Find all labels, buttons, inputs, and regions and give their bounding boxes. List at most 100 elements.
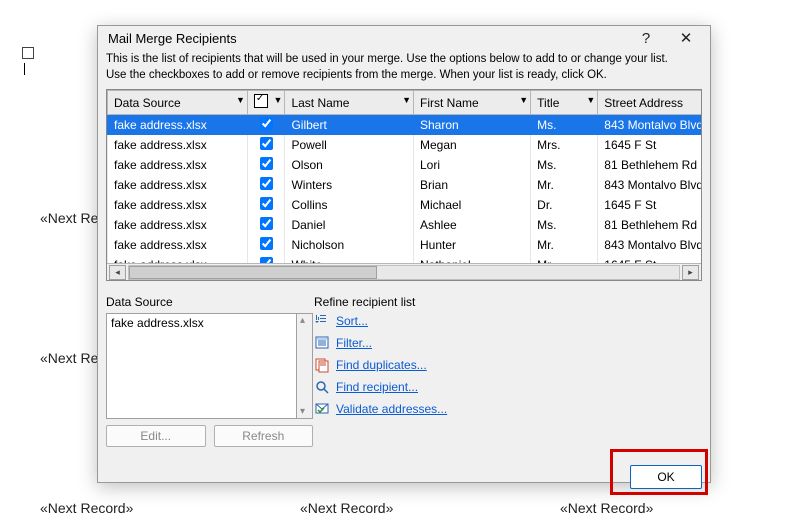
table-row[interactable]: fake address.xlsxNicholsonHunterMr.843 M… — [108, 235, 702, 255]
table-row[interactable]: fake address.xlsx OlsonLoriMs.81 Bethlehe… — [108, 155, 702, 175]
cell-street: 843 Montalvo Blvd — [598, 175, 701, 195]
cell-first-name: Nathaniel — [414, 255, 531, 263]
cell-checkbox[interactable] — [247, 215, 285, 235]
scroll-right-icon[interactable]: ▸ — [682, 265, 699, 280]
cell-title: Ms. — [531, 115, 598, 136]
cell-data-source: fake address.xlsx — [108, 255, 248, 263]
chevron-down-icon[interactable]: ▼ — [586, 95, 595, 105]
column-header-data-source[interactable]: Data Source▼ — [108, 91, 248, 115]
cell-title: Mr. — [531, 255, 598, 263]
horizontal-scrollbar[interactable]: ◂ ▸ — [107, 263, 701, 280]
row-checkbox[interactable] — [260, 197, 273, 210]
cell-title: Dr. — [531, 195, 598, 215]
row-checkbox[interactable] — [260, 177, 273, 190]
column-header-street[interactable]: Street Address▼ — [598, 91, 701, 115]
duplicates-icon — [314, 357, 330, 373]
cell-checkbox[interactable] — [247, 175, 285, 195]
scroll-thumb[interactable] — [129, 266, 377, 279]
table-row[interactable]: fake address.xlsxGilbertSharonMs.843 Mon… — [108, 115, 702, 136]
cell-checkbox[interactable] — [247, 135, 285, 155]
data-source-label: Data Source — [106, 295, 296, 309]
scroll-left-icon[interactable]: ◂ — [109, 265, 126, 280]
merge-field: «Next Record» — [40, 500, 133, 516]
cell-last-name: Collins — [285, 195, 414, 215]
cell-street: 843 Montalvo Blvd — [598, 235, 701, 255]
cell-last-name: Daniel — [285, 215, 414, 235]
cell-title: Mrs. — [531, 135, 598, 155]
cell-checkbox[interactable] — [247, 195, 285, 215]
cell-street: 843 Montalvo Blvd — [598, 115, 701, 136]
mail-merge-recipients-dialog: Mail Merge Recipients ? ✕ This is the li… — [97, 25, 711, 483]
table-row[interactable]: fake address.xlsxCollinsMichaelDr.1645 F… — [108, 195, 702, 215]
column-header-first-name[interactable]: First Name▼ — [414, 91, 531, 115]
cell-data-source: fake address.xlsx — [108, 135, 248, 155]
vertical-scrollbar[interactable] — [296, 313, 313, 419]
row-checkbox[interactable] — [260, 137, 273, 150]
cell-checkbox[interactable] — [247, 255, 285, 263]
cell-data-source: fake address.xlsx — [108, 235, 248, 255]
dialog-title: Mail Merge Recipients — [108, 31, 626, 46]
cell-data-source: fake address.xlsx — [108, 195, 248, 215]
cell-title: Ms. — [531, 215, 598, 235]
table-row[interactable]: fake address.xlsxPowellMeganMrs.1645 F S… — [108, 135, 702, 155]
merge-field: «Next Record» — [300, 500, 393, 516]
close-button[interactable]: ✕ — [666, 26, 706, 50]
table-row[interactable]: fake address.xlsxDanielAshleeMs.81 Bethl… — [108, 215, 702, 235]
find-duplicates-link[interactable]: Find duplicates... — [336, 358, 427, 372]
data-source-panel: Data Source fake address.xlsx Edit... Re… — [106, 295, 296, 447]
refine-label: Refine recipient list — [314, 295, 702, 309]
chevron-down-icon[interactable]: ▼ — [236, 95, 245, 105]
table-row[interactable]: fake address.xlsxWhiteNathanielMr.1645 F… — [108, 255, 702, 263]
refresh-button[interactable]: Refresh — [214, 425, 314, 447]
dialog-description: This is the list of recipients that will… — [106, 50, 702, 89]
table-row[interactable]: fake address.xlsxWintersBrianMr.843 Mont… — [108, 175, 702, 195]
cell-title: Mr. — [531, 235, 598, 255]
cell-data-source: fake address.xlsx — [108, 115, 248, 136]
column-header-checkbox[interactable]: ▼ — [247, 91, 285, 115]
check-icon — [254, 94, 268, 108]
row-checkbox[interactable] — [260, 157, 273, 170]
cell-checkbox[interactable] — [247, 155, 285, 175]
chevron-down-icon[interactable]: ▼ — [519, 95, 528, 105]
help-button[interactable]: ? — [626, 26, 666, 50]
row-checkbox[interactable] — [260, 237, 273, 250]
cell-first-name: Lori — [414, 155, 531, 175]
refine-panel: Refine recipient list Sort... Filter... … — [314, 295, 702, 447]
cell-first-name: Michael — [414, 195, 531, 215]
data-source-listbox[interactable]: fake address.xlsx — [106, 313, 296, 419]
column-header-last-name[interactable]: Last Name▼ — [285, 91, 414, 115]
edit-button[interactable]: Edit... — [106, 425, 206, 447]
sort-icon — [314, 313, 330, 329]
recipients-grid[interactable]: Data Source▼ ▼ Last Name▼ First Name▼ Ti… — [106, 89, 702, 281]
row-checkbox[interactable] — [260, 117, 273, 130]
find-icon — [314, 379, 330, 395]
cell-last-name: Winters — [285, 175, 414, 195]
ok-button[interactable]: OK — [630, 465, 702, 489]
find-recipient-link[interactable]: Find recipient... — [336, 380, 418, 394]
cell-first-name: Ashlee — [414, 215, 531, 235]
filter-icon — [314, 335, 330, 351]
cell-checkbox[interactable] — [247, 235, 285, 255]
cell-street: 81 Bethlehem Rd — [598, 215, 701, 235]
cell-street: 1645 F St — [598, 255, 701, 263]
validate-addresses-link[interactable]: Validate addresses... — [336, 402, 447, 416]
cell-last-name: Powell — [285, 135, 414, 155]
cell-last-name: Olson — [285, 155, 414, 175]
filter-link[interactable]: Filter... — [336, 336, 372, 350]
grid-header-row: Data Source▼ ▼ Last Name▼ First Name▼ Ti… — [108, 91, 702, 115]
sort-link[interactable]: Sort... — [336, 314, 368, 328]
data-source-item[interactable]: fake address.xlsx — [107, 314, 296, 332]
cell-last-name: Nicholson — [285, 235, 414, 255]
cell-street: 1645 F St — [598, 135, 701, 155]
cell-title: Mr. — [531, 175, 598, 195]
cell-checkbox[interactable] — [247, 115, 285, 136]
cell-street: 81 Bethlehem Rd — [598, 155, 701, 175]
chevron-down-icon[interactable]: ▼ — [402, 95, 411, 105]
cell-first-name: Brian — [414, 175, 531, 195]
cell-title: Ms. — [531, 155, 598, 175]
chevron-down-icon[interactable]: ▼ — [274, 95, 283, 105]
column-header-title[interactable]: Title▼ — [531, 91, 598, 115]
row-checkbox[interactable] — [260, 217, 273, 230]
dialog-titlebar: Mail Merge Recipients ? ✕ — [98, 26, 710, 50]
cell-data-source: fake address.xlsx — [108, 155, 248, 175]
